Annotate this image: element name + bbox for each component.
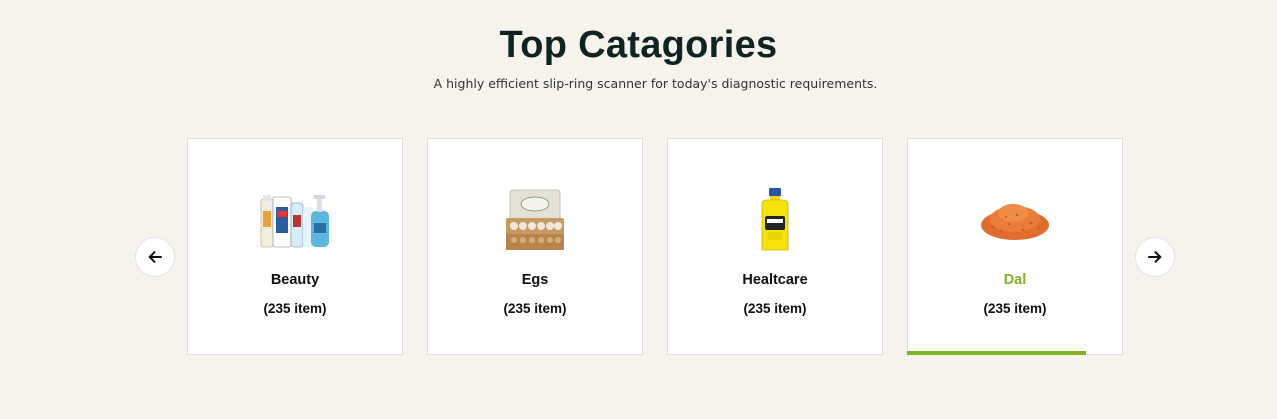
category-card-beauty[interactable]: Beauty (235 item) bbox=[187, 138, 403, 355]
section-title: Top Catagories bbox=[499, 24, 778, 66]
red-lentils-image bbox=[908, 183, 1122, 257]
category-count: (235 item) bbox=[983, 301, 1047, 316]
beauty-products-image bbox=[188, 183, 402, 257]
arrow-left-icon bbox=[148, 251, 162, 263]
category-card-dal[interactable]: Dal (235 item) bbox=[907, 138, 1123, 355]
disinfectant-bottle-image bbox=[668, 183, 882, 257]
category-card-healtcare[interactable]: Healtcare (235 item) bbox=[667, 138, 883, 355]
category-name: Beauty bbox=[270, 272, 320, 288]
category-name: Egs bbox=[521, 272, 549, 288]
carousel-next-button[interactable] bbox=[1135, 237, 1175, 277]
arrow-right-icon bbox=[1148, 251, 1162, 263]
category-count: (235 item) bbox=[743, 301, 807, 316]
carousel-prev-button[interactable] bbox=[135, 237, 175, 277]
category-count: (235 item) bbox=[503, 301, 567, 316]
category-name: Healtcare bbox=[742, 272, 808, 288]
active-indicator-bar bbox=[907, 351, 1086, 355]
section-subtitle: A highly efficient slip-ring scanner for… bbox=[433, 76, 878, 91]
category-name: Dal bbox=[1003, 272, 1027, 288]
egg-carton-image bbox=[428, 183, 642, 257]
category-card-egs[interactable]: Egs (235 item) bbox=[427, 138, 643, 355]
category-count: (235 item) bbox=[263, 301, 327, 316]
